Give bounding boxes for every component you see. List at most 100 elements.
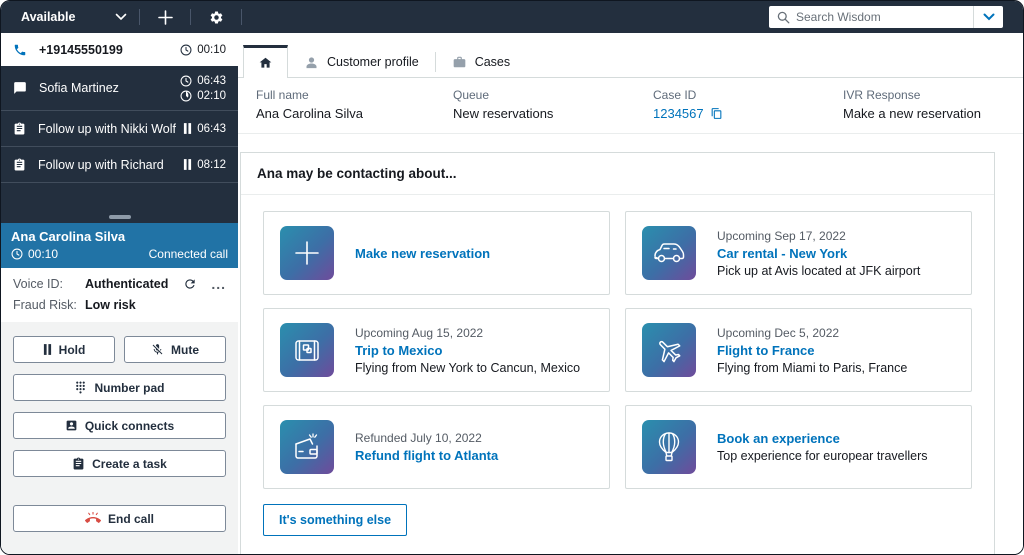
tab-cases[interactable]: Cases [436,47,526,77]
card-description: Top experience for europear travellers [717,449,928,463]
card-description: Flying from New York to Cancun, Mexico [355,360,581,375]
suggestions-title: Ana may be contacting about... [241,153,994,195]
ccp-sidebar: +19145550199 00:10 Sofia Martinez 06:43 … [1,33,238,554]
task-icon [72,457,85,470]
contact-row-voice[interactable]: +19145550199 00:10 [1,33,238,66]
contact-name: +19145550199 [39,42,123,57]
card-flight-to-france[interactable]: Upcoming Dec 5, 2022 Flight to France Fl… [625,308,972,392]
voice-id-value: Authenticated [85,277,169,291]
end-call-button[interactable]: End call [13,505,226,532]
number-pad-label: Number pad [94,380,165,395]
field-case-id: Case ID 1234567 [653,88,843,121]
field-value: Make a new reservation [843,106,982,121]
card-title: Book an experience [717,431,840,446]
tab-label: Customer profile [327,55,419,69]
hold-label: Hold [58,342,86,357]
contact-name: Sofia Martinez [39,81,119,95]
search-input[interactable] [796,10,973,24]
card-book-experience[interactable]: Book an experience Top experience for eu… [625,405,972,489]
card-tile [642,323,696,377]
tab-customer-profile[interactable]: Customer profile [288,47,435,77]
hold-button[interactable]: Hold [13,336,115,363]
agent-status-dropdown[interactable]: Available [21,10,127,24]
briefcase-icon [452,55,467,69]
end-call-label: End call [107,511,154,526]
card-refund-flight[interactable]: Refunded July 10, 2022 Refund flight to … [263,405,610,489]
refresh-icon[interactable] [183,277,197,291]
suggestions-panel: Ana may be contacting about... Make new … [240,152,995,554]
suggestion-cards: Make new reservation Upcoming Sep 17, 20… [263,211,972,489]
quick-connects-button[interactable]: Quick connects [13,412,226,439]
card-tile [642,420,696,474]
fraud-risk-label: Fraud Risk: [13,298,77,312]
suitcase-icon [291,336,323,364]
card-car-rental[interactable]: Upcoming Sep 17, 2022 Car rental - New Y… [625,211,972,295]
call-duration: 00:10 [28,247,59,261]
agent-status-label: Available [21,10,76,24]
voice-id-label: Voice ID: [13,277,64,291]
quick-connects-label: Quick connects [84,418,175,433]
field-queue: Queue New reservations [453,88,653,121]
connected-call-header: Ana Carolina Silva 00:10 Connected call [1,223,238,268]
card-make-new-reservation[interactable]: Make new reservation [263,211,610,295]
pause-icon [183,123,192,134]
settings-button[interactable] [203,4,229,30]
contact-timer: 06:43 [197,74,226,87]
person-icon [304,55,319,70]
wisdom-search-box [769,6,1003,28]
tab-label: Cases [474,55,511,69]
topbar-divider [241,9,243,25]
mic-off-icon [151,343,164,356]
phone-icon [13,43,27,57]
tab-home[interactable] [243,45,288,78]
main-panel: Customer profile Cases Full name Ana Car… [238,33,1023,554]
something-else-button[interactable]: It's something else [263,504,408,536]
customer-name: Ana Carolina Silva [11,229,126,244]
number-pad-button[interactable]: Number pad [13,374,226,401]
end-call-icon [84,511,101,526]
field-label: Case ID [653,88,697,102]
create-task-button[interactable]: Create a task [13,450,226,477]
contact-row-chat[interactable]: Sofia Martinez 06:43 02:10 [1,66,238,111]
plus-icon [158,9,173,25]
mute-button[interactable]: Mute [124,336,226,363]
agent-workspace-window: Available Search Wisdom +19145550199 00:… [0,0,1024,555]
contact-list: +19145550199 00:10 Sofia Martinez 06:43 … [1,33,238,223]
topbar-divider [190,9,192,25]
card-subtitle: Upcoming Aug 15, 2022 [355,325,484,340]
chevron-down-icon [115,13,127,21]
more-options-button[interactable]: ... [211,277,226,291]
panel-drag-handle[interactable] [108,215,131,219]
search-scope-dropdown[interactable] [973,6,1003,28]
card-title: Car rental - New York [717,245,848,261]
copy-icon[interactable] [710,107,723,120]
new-contact-button[interactable] [152,4,178,30]
contact-row-task[interactable]: Follow up with Richard 08:12 [1,147,238,183]
task-icon [13,158,26,171]
home-icon [258,56,273,70]
pause-icon [183,159,192,170]
mute-label: Mute [171,342,199,357]
field-value: New reservations [453,106,554,121]
clock-icon [180,44,192,56]
car-icon [652,240,686,266]
card-subtitle: Upcoming Dec 5, 2022 [717,325,840,340]
chat-icon [13,81,27,95]
timer-icon [180,90,192,102]
voice-id-panel: Voice ID: Authenticated ... Fraud Risk: … [1,268,238,322]
contact-timer: 08:12 [197,158,226,171]
contact-timer: 06:43 [197,122,226,135]
gear-icon [209,10,224,25]
card-description: Flying from Miami to Paris, France [717,360,908,375]
contact-row-task[interactable]: Follow up with Nikki Wolf 06:43 [1,111,238,147]
balloon-icon [656,431,682,463]
card-description: Pick up at Avis located at JFK airport [717,263,921,278]
contact-list-filler [1,183,238,223]
card-trip-to-mexico[interactable]: Upcoming Aug 15, 2022 Trip to Mexico Fly… [263,308,610,392]
plus-icon [292,238,322,268]
case-id-link[interactable]: 1234567 [653,106,704,121]
field-full-name: Full name Ana Carolina Silva [256,88,453,121]
clock-icon [11,248,23,260]
fraud-risk-value: Low risk [85,298,136,312]
card-title: Refund flight to Atlanta [355,448,499,463]
